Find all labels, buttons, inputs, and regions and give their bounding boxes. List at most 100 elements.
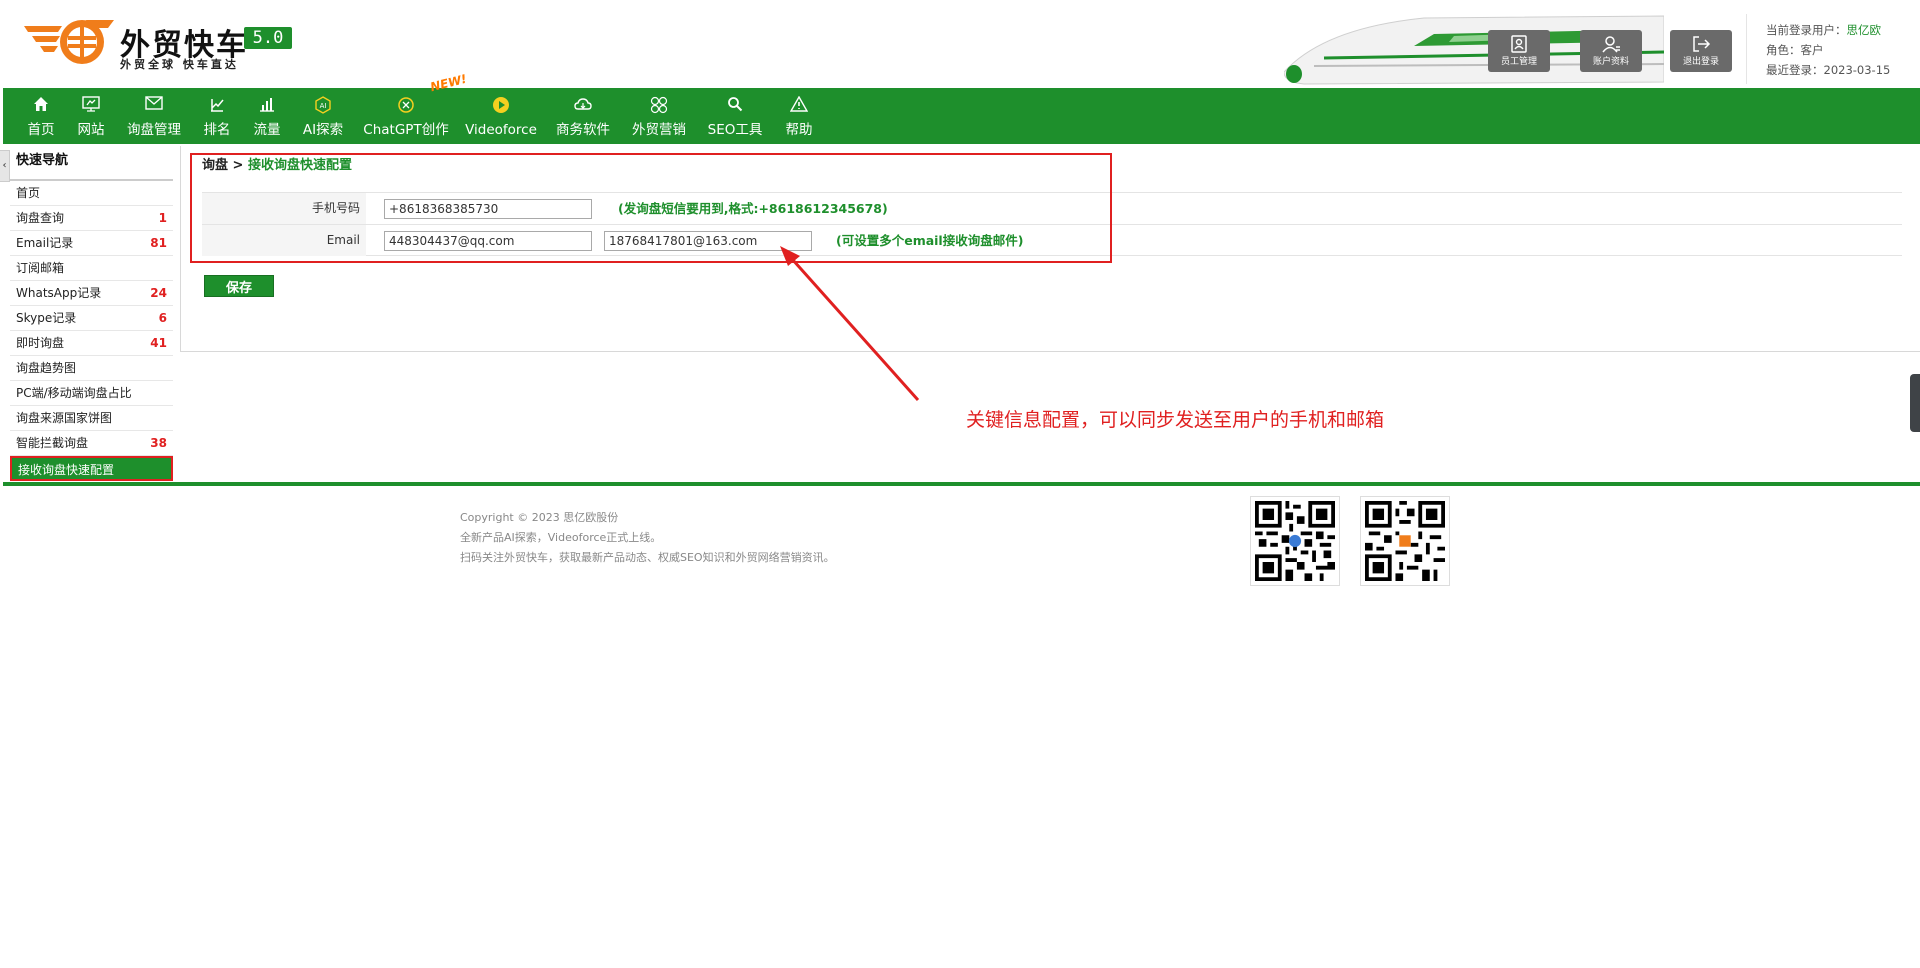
nav-label: 商务软件 (556, 122, 610, 138)
ai-icon: AI (315, 96, 331, 114)
brand-slogan: 外贸全球 快车直达 (120, 58, 239, 71)
qr-code-icon (1250, 496, 1340, 586)
sidebar-item-whatsapp-records[interactable]: WhatsApp记录 24 (10, 281, 173, 306)
nav-label: Videoforce (465, 122, 537, 138)
nav-label: SEO工具 (707, 122, 763, 138)
main-nav: 首页 网站 询盘管理 排名 流量 AI AI探索 ChatGPT创作 Video… (3, 88, 1920, 144)
nav-item-business-software[interactable]: 商务软件 (551, 88, 615, 144)
nav-item-inquiry-management[interactable]: 询盘管理 (123, 88, 185, 144)
sidebar-item-skype-records[interactable]: Skype记录 6 (10, 306, 173, 331)
staff-management-button[interactable]: 员工管理 (1488, 30, 1550, 72)
annotation-arrow-icon (780, 246, 920, 401)
logo-icon (24, 20, 114, 64)
current-user-name: 思亿欧 (1846, 23, 1882, 37)
footer-announcement: 全新产品AI探索，Videoforce正式上线。 (460, 531, 662, 544)
sidebar-item-device-ratio[interactable]: PC端/移动端询盘占比 (10, 381, 173, 406)
account-icon (1602, 36, 1620, 53)
last-login-value: 2023-03-15 (1823, 63, 1891, 77)
grid-icon (650, 96, 668, 114)
sidebar-item-inquiry-trend[interactable]: 询盘趋势图 (10, 356, 173, 381)
sidebar-item-label: 即时询盘 (16, 336, 65, 350)
header-divider (1746, 14, 1747, 84)
monitor-icon (82, 96, 100, 112)
sidebar-item-count: 24 (150, 286, 167, 300)
sidebar-item-inquiry-search[interactable]: 询盘查询 1 (10, 206, 173, 231)
logout-label: 退出登录 (1682, 57, 1719, 67)
sidebar-item-smart-blocked[interactable]: 智能拦截询盘 38 (10, 431, 173, 456)
sidebar-item-label: WhatsApp记录 (16, 286, 102, 300)
nav-item-seo-tools[interactable]: SEO工具 (703, 88, 767, 144)
sidebar-collapse-toggle[interactable]: ‹ (0, 150, 10, 182)
logout-button[interactable]: 退出登录 (1670, 30, 1732, 72)
nav-item-chatgpt[interactable]: ChatGPT创作 (361, 88, 451, 144)
sidebar-item-instant-inquiry[interactable]: 即时询盘 41 (10, 331, 173, 356)
nav-label: 网站 (77, 122, 105, 138)
sidebar-item-label: 智能拦截询盘 (16, 436, 89, 450)
save-button[interactable]: 保存 (204, 275, 274, 297)
account-info-label: 账户资料 (1592, 57, 1629, 67)
nav-label: 帮助 (785, 122, 813, 138)
nav-label: 首页 (27, 122, 55, 138)
mail-icon (145, 96, 163, 110)
sidebar-item-count: 38 (150, 436, 167, 450)
search-icon (728, 97, 743, 112)
sidebar-item-label: 询盘查询 (16, 211, 65, 225)
sidebar-item-label: Skype记录 (16, 311, 77, 325)
header: 外贸快车 5.0 外贸全球 快车直达 员工管理 账户资料 退出登录 当前登录用户… (0, 0, 1920, 88)
sidebar-item-subscribed-emails[interactable]: 订阅邮箱 (10, 256, 173, 281)
sidebar-item-email-records[interactable]: Email记录 81 (10, 231, 173, 256)
sidebar-item-label: 询盘来源国家饼图 (16, 411, 113, 425)
nav-item-home[interactable]: 首页 (21, 88, 61, 144)
nav-item-help[interactable]: 帮助 (779, 88, 819, 144)
nav-label: ChatGPT创作 (363, 122, 449, 138)
video-icon (493, 97, 509, 113)
account-info-button[interactable]: 账户资料 (1580, 30, 1642, 72)
role-row: 角色：客户 (1766, 40, 1890, 60)
ranking-icon (211, 99, 224, 112)
nav-label: 排名 (203, 122, 231, 138)
footer-divider (3, 482, 1920, 486)
nav-item-ranking[interactable]: 排名 (197, 88, 237, 144)
user-info: 当前登录用户：思亿欧 角色：客户 最近登录：2023-03-15 (1766, 20, 1890, 80)
sidebar-item-label: PC端/移动端询盘占比 (16, 386, 132, 400)
nav-label: 流量 (253, 122, 281, 138)
side-scroll-handle[interactable] (1910, 374, 1920, 432)
sidebar: 快速导航 首页 询盘查询 1 Email记录 81 订阅邮箱 WhatsApp记录 2… (10, 146, 173, 481)
sidebar-item-label: Email记录 (16, 236, 74, 250)
annotation-text: 关键信息配置，可以同步发送至用户的手机和邮箱 (966, 409, 1385, 431)
nav-item-traffic[interactable]: 流量 (247, 88, 287, 144)
nav-item-website[interactable]: 网站 (71, 88, 111, 144)
logout-icon (1693, 36, 1711, 52)
home-icon (34, 97, 48, 111)
staff-management-label: 员工管理 (1500, 57, 1537, 67)
nav-label: AI探索 (302, 122, 344, 138)
sidebar-item-label: 接收询盘快速配置 (18, 463, 115, 477)
sidebar-item-count: 6 (158, 311, 167, 325)
qr-code-icon (1360, 496, 1450, 586)
sidebar-item-label: 询盘趋势图 (16, 361, 77, 375)
sidebar-item-home[interactable]: 首页 (10, 181, 173, 206)
staff-icon (1511, 35, 1527, 53)
sidebar-item-country-pie[interactable]: 询盘来源国家饼图 (10, 406, 173, 431)
current-user-label: 当前登录用户： (1766, 23, 1847, 37)
footer-copyright: Copyright © 2023 思亿欧股份 (460, 511, 619, 524)
warning-icon (790, 96, 808, 112)
annotation-highlight-box (190, 153, 1112, 263)
sidebar-item-count: 41 (150, 336, 167, 350)
sidebar-item-label: 首页 (16, 186, 41, 200)
cloud-icon (574, 98, 592, 110)
current-user-row: 当前登录用户：思亿欧 (1766, 20, 1890, 40)
nav-item-ai-explore[interactable]: AI AI探索 (297, 88, 349, 144)
svg-text:AI: AI (320, 102, 327, 110)
sidebar-title: 快速导航 (10, 146, 173, 181)
nav-item-foreign-trade-marketing[interactable]: 外贸营销 (627, 88, 691, 144)
nav-item-videoforce[interactable]: Videoforce (463, 88, 539, 144)
role-label: 角色： (1766, 43, 1801, 57)
bar-chart-icon (260, 98, 274, 112)
sidebar-item-count: 1 (158, 211, 167, 225)
last-login-label: 最近登录： (1766, 63, 1824, 77)
nav-label: 询盘管理 (127, 122, 181, 138)
sidebar-item-quick-config[interactable]: 接收询盘快速配置 (10, 456, 173, 481)
role-value: 客户 (1800, 43, 1824, 57)
sidebar-item-label: 订阅邮箱 (16, 261, 65, 275)
